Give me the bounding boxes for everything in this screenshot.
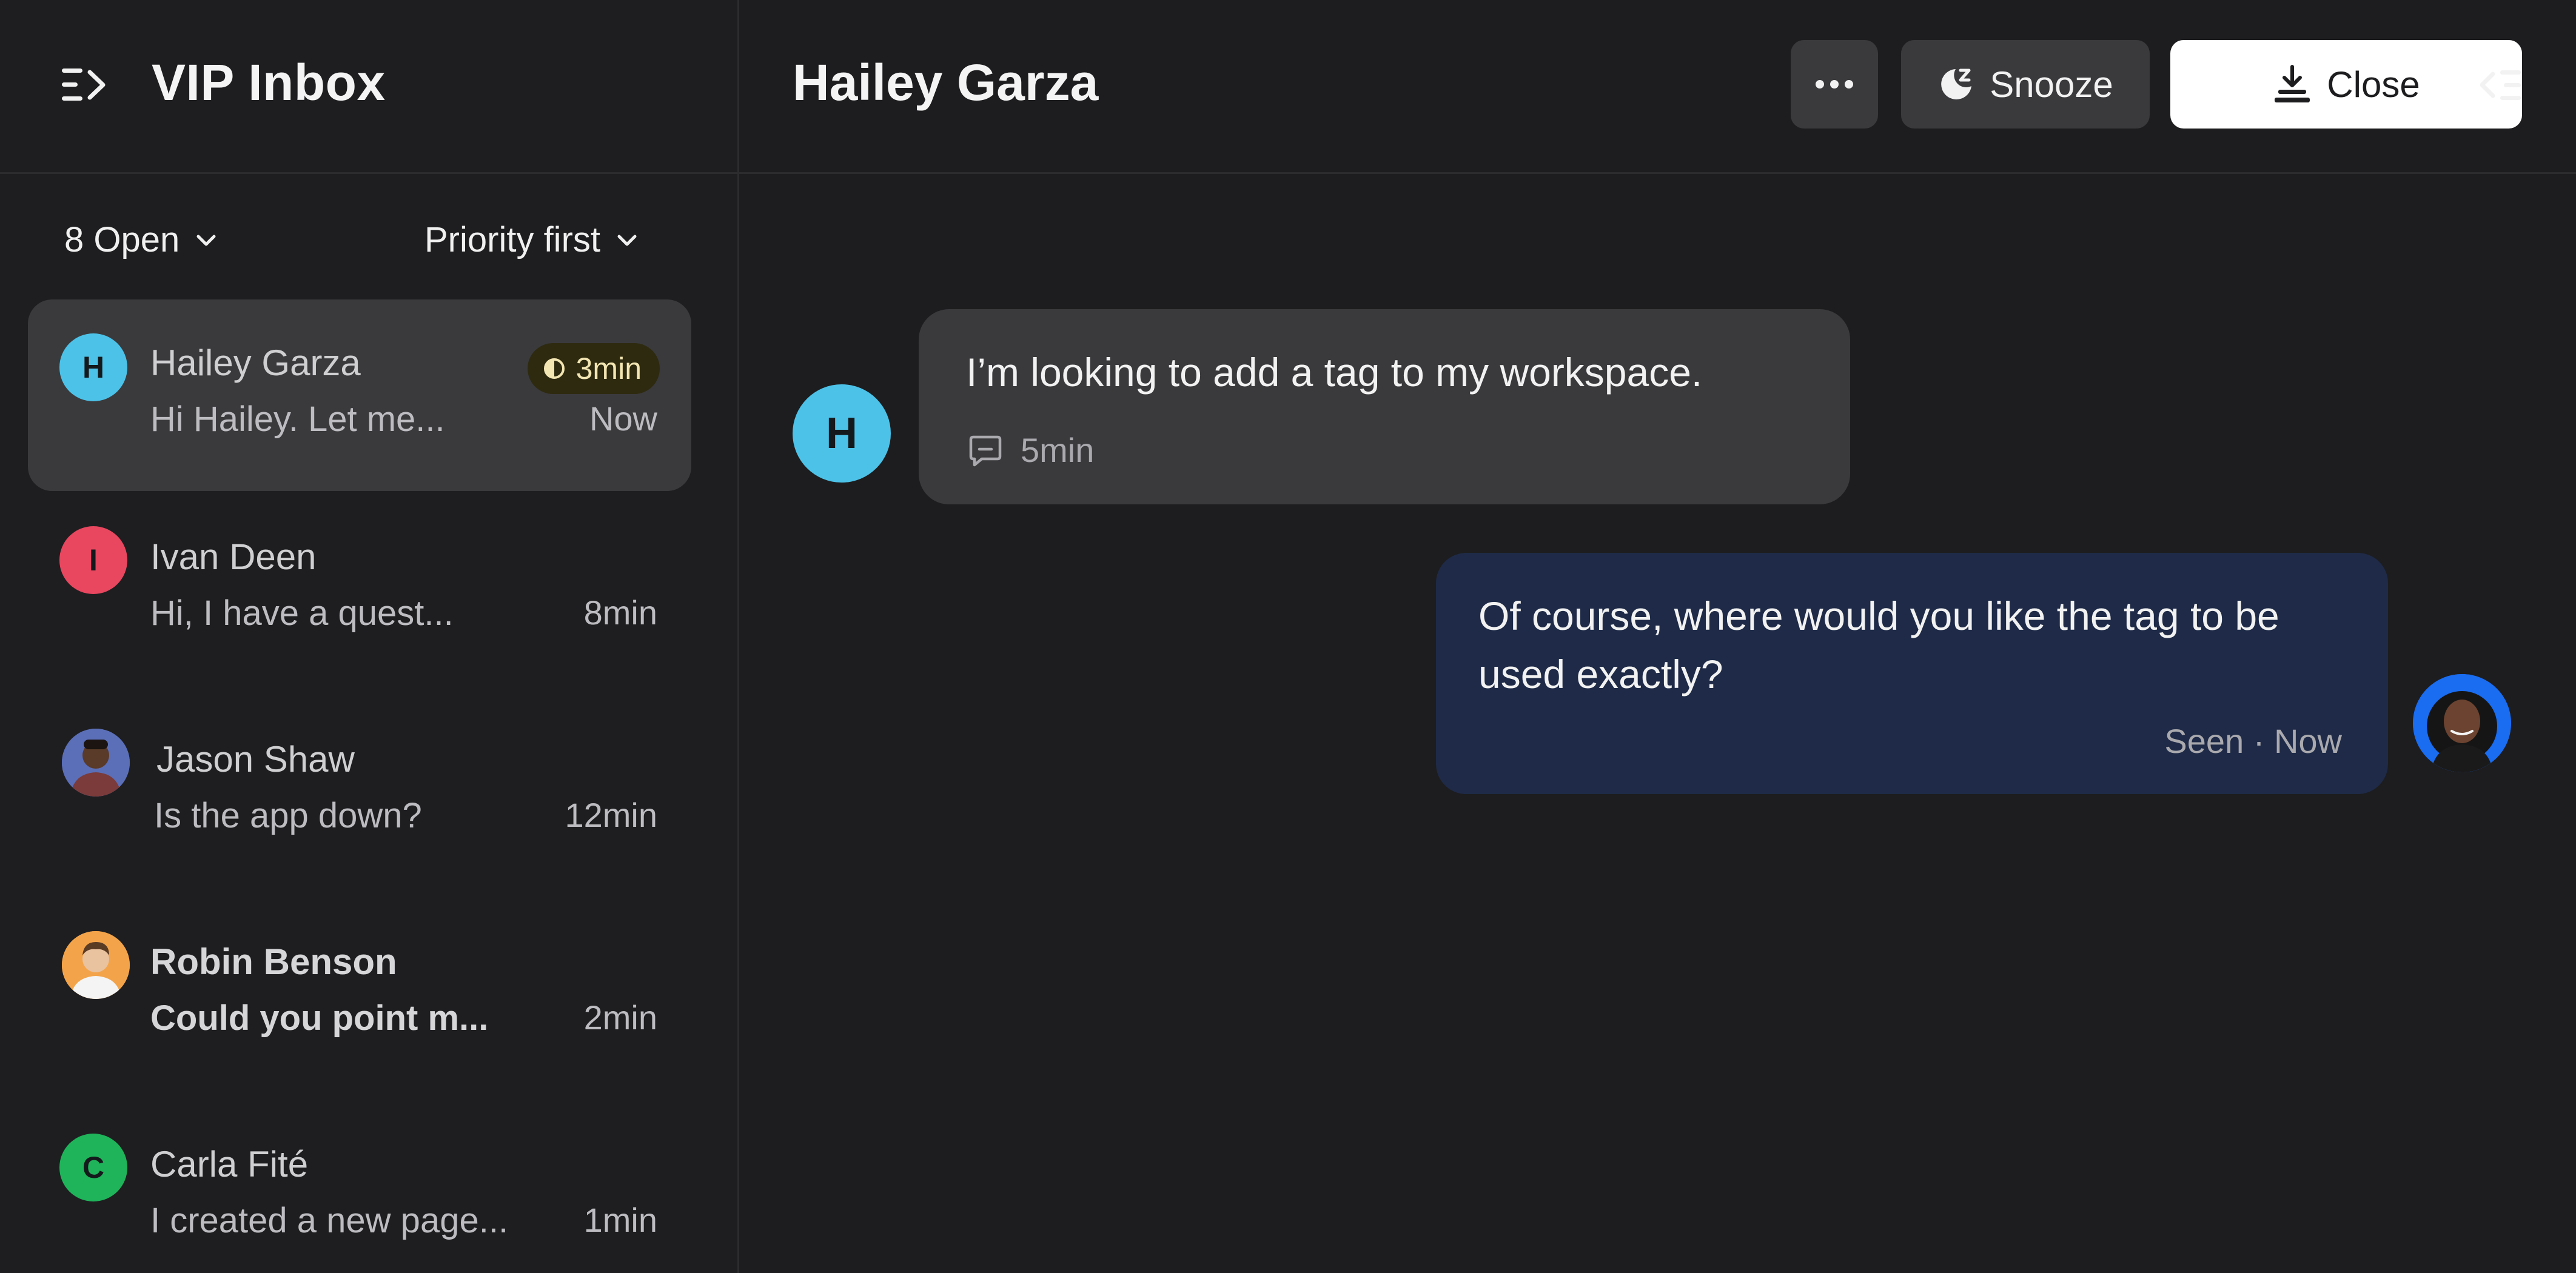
inbox-sidebar: VIP Inbox 8 Open Priority first H Hailey… bbox=[0, 0, 739, 1273]
conversation-item-jason-shaw[interactable]: Jason Shaw Is the app down? 12min bbox=[28, 704, 691, 896]
conversation-item-ivan-deen[interactable]: I Ivan Deen Hi, I have a quest... 8min bbox=[28, 502, 691, 693]
outgoing-message-status: Seen · Now bbox=[2164, 722, 2342, 760]
app-window: VIP Inbox 8 Open Priority first H Hailey… bbox=[0, 0, 2576, 1273]
avatar: H bbox=[59, 333, 127, 401]
avatar-initial: H bbox=[826, 409, 857, 458]
chevron-down-icon bbox=[617, 235, 637, 246]
avatar-initial: I bbox=[89, 543, 98, 577]
avatar-photo bbox=[62, 729, 130, 797]
open-filter-dropdown[interactable]: 8 Open bbox=[64, 219, 217, 260]
person-photo-icon bbox=[62, 729, 130, 797]
incoming-message-time: 5min bbox=[1021, 431, 1095, 469]
conversation-name: Hailey Garza bbox=[150, 342, 361, 383]
conversation-preview: Hi Hailey. Let me... bbox=[150, 399, 445, 439]
open-filter-label: 8 Open bbox=[64, 220, 180, 259]
archive-close-icon bbox=[2275, 65, 2310, 102]
person-photo-icon bbox=[62, 931, 130, 999]
sort-dropdown[interactable]: Priority first bbox=[424, 219, 638, 260]
conversation-preview: Could you point m... bbox=[150, 998, 489, 1038]
incoming-message-bubble: I’m looking to add a tag to my workspace… bbox=[919, 309, 1850, 504]
incoming-message-meta: 5min bbox=[967, 430, 1094, 470]
conversation-item-hailey-garza[interactable]: H Hailey Garza Hi Hailey. Let me... 3min… bbox=[28, 299, 691, 491]
avatar: C bbox=[59, 1134, 127, 1201]
conversation-time: 12min bbox=[565, 796, 657, 834]
half-circle-timer-icon bbox=[543, 358, 565, 379]
customer-avatar: H bbox=[793, 384, 891, 483]
conversation-item-carla-fite[interactable]: C Carla Fité I created a new page... 1mi… bbox=[28, 1109, 691, 1273]
conversation-time: Now bbox=[589, 399, 657, 438]
collapse-sidebar-icon[interactable] bbox=[61, 64, 109, 106]
snooze-label: Snooze bbox=[1990, 64, 2113, 105]
conversation-header: Hailey Garza Snooze Close bbox=[739, 0, 2576, 174]
contact-name: Hailey Garza bbox=[793, 54, 1099, 111]
conversation-name: Jason Shaw bbox=[156, 739, 355, 780]
close-conversation-button[interactable]: Close bbox=[2170, 40, 2522, 129]
sla-timer-badge: 3min bbox=[527, 343, 660, 394]
chevron-down-icon bbox=[196, 235, 216, 246]
conversation-preview: Hi, I have a quest... bbox=[150, 593, 454, 633]
sort-label: Priority first bbox=[424, 220, 600, 259]
avatar-initial: C bbox=[82, 1151, 105, 1184]
toggle-details-panel-icon[interactable] bbox=[2480, 65, 2522, 104]
conversation-preview: Is the app down? bbox=[154, 796, 422, 835]
snooze-button[interactable]: Snooze bbox=[1901, 40, 2150, 129]
agent-photo-icon bbox=[2413, 674, 2511, 772]
conversation-name: Ivan Deen bbox=[150, 536, 317, 577]
chat-bubble-icon bbox=[969, 435, 1002, 466]
close-label: Close bbox=[2327, 64, 2420, 105]
conversation-panel: Hailey Garza Snooze Close H I’m looking … bbox=[739, 0, 2576, 1273]
moon-snooze-icon bbox=[1941, 68, 1972, 99]
avatar-photo bbox=[62, 931, 130, 999]
sidebar-title: VIP Inbox bbox=[152, 54, 386, 111]
conversation-time: 1min bbox=[583, 1201, 657, 1239]
conversation-time: 8min bbox=[583, 593, 657, 632]
conversation-name: Carla Fité bbox=[150, 1144, 309, 1184]
sla-timer-label: 3min bbox=[575, 352, 642, 386]
conversation-item-robin-benson[interactable]: Robin Benson Could you point m... 2min bbox=[28, 907, 691, 1098]
conversation-name: Robin Benson bbox=[150, 941, 397, 982]
sidebar-header: VIP Inbox bbox=[0, 0, 737, 174]
conversation-time: 2min bbox=[583, 998, 657, 1037]
ellipsis-icon bbox=[1816, 80, 1853, 89]
outgoing-message-text: Of course, where would you like the tag … bbox=[1478, 593, 2279, 697]
avatar: I bbox=[59, 526, 127, 594]
conversation-preview: I created a new page... bbox=[150, 1201, 509, 1240]
agent-avatar bbox=[2413, 674, 2511, 772]
incoming-message-text: I’m looking to add a tag to my workspace… bbox=[966, 350, 1703, 395]
more-options-button[interactable] bbox=[1791, 40, 1878, 129]
avatar-initial: H bbox=[82, 350, 105, 384]
outgoing-message-bubble: Of course, where would you like the tag … bbox=[1436, 553, 2388, 794]
